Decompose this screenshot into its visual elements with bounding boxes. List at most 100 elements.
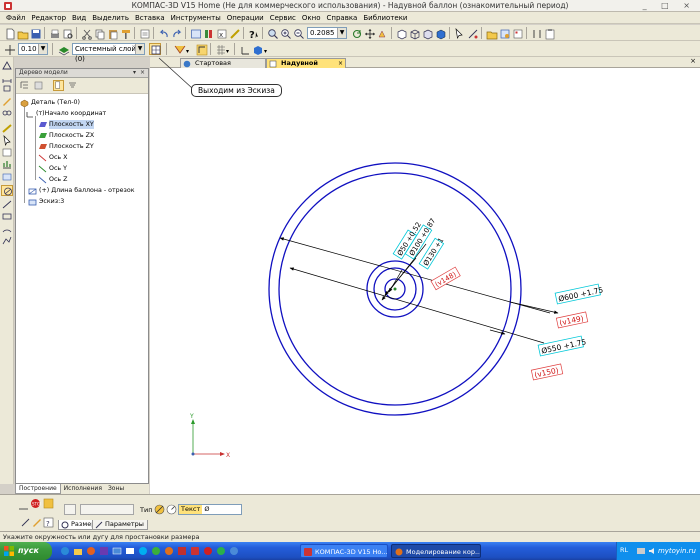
quicklaunch-chat-icon[interactable] <box>151 546 161 556</box>
editing-icon[interactable] <box>1 96 13 107</box>
properties-icon[interactable] <box>138 27 150 39</box>
local-cs-icon[interactable] <box>238 43 250 55</box>
dimension-box-d600[interactable]: Ø600 +1.75 <box>554 283 604 305</box>
tree-node-axis-y[interactable]: Ось Y <box>38 164 67 173</box>
menu-tools[interactable]: Инструменты <box>168 12 224 22</box>
tree-node-sketch[interactable]: Эскиз:3 <box>28 197 64 206</box>
variables-icon[interactable]: x <box>215 27 227 39</box>
refresh-icon[interactable] <box>350 27 362 39</box>
quicklaunch-opera-icon[interactable] <box>203 546 213 556</box>
stop-icon[interactable]: STOP <box>30 498 43 509</box>
polyline-tool-icon[interactable] <box>1 235 13 246</box>
cut-icon[interactable] <box>80 27 92 40</box>
spec-icon[interactable] <box>498 27 510 39</box>
sketch-exit-icon[interactable] <box>149 43 161 55</box>
create-object-icon[interactable] <box>18 504 29 515</box>
report-icon[interactable] <box>511 27 523 39</box>
snap-icon[interactable] <box>3 43 15 55</box>
rect-tool-icon[interactable] <box>1 211 13 222</box>
spec-tool-icon[interactable] <box>1 147 13 158</box>
tree-node-segment[interactable]: (+) Длина баллона - отрезок <box>28 186 135 195</box>
quicklaunch-desktop-icon[interactable] <box>112 546 122 556</box>
tab-zones[interactable]: Зоны <box>105 484 127 493</box>
measure-tool-icon[interactable] <box>1 123 13 134</box>
tree-node-part[interactable]: Деталь (Тел-0) <box>20 98 80 107</box>
close-document-icon[interactable]: × <box>690 57 696 65</box>
orientation-icon[interactable] <box>395 27 407 40</box>
help-pointer-icon[interactable]: ? <box>247 27 259 40</box>
tab-inflatable-balloon[interactable]: Надувной баллон × <box>266 58 346 76</box>
trim-icon[interactable] <box>466 27 478 39</box>
grid-icon[interactable]: ▾ <box>214 43 230 55</box>
pin-icon[interactable]: ▾ <box>133 69 136 77</box>
clipboard-icon[interactable] <box>543 27 555 40</box>
language-indicator[interactable]: RL <box>620 546 628 554</box>
dimension-text-field[interactable]: Текст Ø <box>178 504 242 515</box>
close-icon[interactable]: × <box>140 69 145 77</box>
tree-mode-icon[interactable] <box>53 80 64 91</box>
menu-operations[interactable]: Операции <box>224 12 267 22</box>
drawing-canvas[interactable]: Ø50 +0.52 Ø100 +0.87 Ø130 +1 (v148) Ø600… <box>150 68 700 494</box>
format-paint-icon[interactable] <box>119 27 131 39</box>
designations-icon[interactable] <box>1 84 13 95</box>
help-icon[interactable]: ? <box>43 517 54 528</box>
auto-create-icon[interactable] <box>43 498 54 509</box>
window-controls[interactable]: _ □ × <box>643 1 696 10</box>
dimension-type-icon[interactable] <box>154 504 165 515</box>
copy-icon[interactable] <box>93 27 105 40</box>
wireframe-icon[interactable] <box>408 27 420 40</box>
task-modeling[interactable]: Моделирование кор... <box>391 544 481 558</box>
select-tool-icon[interactable] <box>1 135 13 146</box>
step-combo[interactable]: 0.10 ▼ <box>18 43 48 55</box>
volume-icon[interactable] <box>648 547 656 555</box>
tree-filter-icon[interactable] <box>67 80 78 91</box>
redo-icon[interactable] <box>170 27 182 39</box>
paste-icon[interactable] <box>106 27 118 40</box>
tree-view-icon[interactable] <box>19 80 30 91</box>
folder-icon[interactable] <box>485 27 498 40</box>
menu-libraries[interactable]: Библиотеки <box>360 12 410 22</box>
rotate-icon[interactable] <box>376 27 388 39</box>
tree-node-axis-x[interactable]: Ось X <box>38 153 67 162</box>
quicklaunch-kompas-icon[interactable] <box>190 546 200 556</box>
pan-icon[interactable] <box>363 27 375 39</box>
close-tab-icon[interactable]: × <box>338 59 343 68</box>
line-tool-icon[interactable] <box>1 199 13 210</box>
layer-icon[interactable] <box>57 43 70 56</box>
zoom-combo[interactable]: 0.2085 ▼ <box>307 27 347 39</box>
menu-editor[interactable]: Редактор <box>28 12 69 22</box>
reports-tool-icon[interactable] <box>1 159 13 170</box>
tab-build[interactable]: Построение <box>15 484 61 494</box>
quicklaunch-firefox-icon[interactable] <box>164 546 174 556</box>
measure-icon[interactable] <box>228 27 240 39</box>
insert-tool-icon[interactable] <box>1 171 13 182</box>
quicklaunch-more-icon[interactable] <box>229 546 239 556</box>
edit-props-icon[interactable] <box>31 517 42 528</box>
geometry-icon[interactable] <box>1 60 13 71</box>
quicklaunch-app-icon[interactable] <box>99 546 109 556</box>
quicklaunch-mail-icon[interactable] <box>125 546 135 556</box>
parametrization-icon[interactable] <box>1 108 13 119</box>
tab-executions[interactable]: Исполнения <box>61 484 105 493</box>
quicklaunch-paint-icon[interactable] <box>177 546 187 556</box>
quicklaunch-media-icon[interactable] <box>86 546 96 556</box>
point-field-1[interactable] <box>64 504 76 515</box>
view-cube-icon[interactable]: ▾ <box>251 43 269 55</box>
new-file-icon[interactable] <box>3 27 15 40</box>
menu-help[interactable]: Справка <box>324 12 361 22</box>
library-icon[interactable] <box>202 27 214 39</box>
shaded-icon[interactable] <box>434 27 446 40</box>
zoom-window-icon[interactable] <box>266 27 278 39</box>
hidden-lines-icon[interactable] <box>421 27 433 40</box>
tree-node-plane-xy[interactable]: Плоскость XY <box>38 120 94 129</box>
quicklaunch-torrent-icon[interactable] <box>216 546 226 556</box>
chevron-down-icon[interactable]: ▼ <box>38 44 47 54</box>
network-icon[interactable] <box>637 547 645 555</box>
task-kompas[interactable]: КОМПАС-3D V15 Ho... <box>300 544 388 558</box>
manager-icon[interactable] <box>189 27 201 39</box>
menu-select[interactable]: Выделить <box>89 12 132 22</box>
quicklaunch-ie-icon[interactable] <box>60 546 70 556</box>
arc-tool-icon[interactable] <box>1 223 13 234</box>
chevron-down-icon[interactable]: ▼ <box>135 44 144 54</box>
menu-service[interactable]: Сервис <box>267 12 299 22</box>
